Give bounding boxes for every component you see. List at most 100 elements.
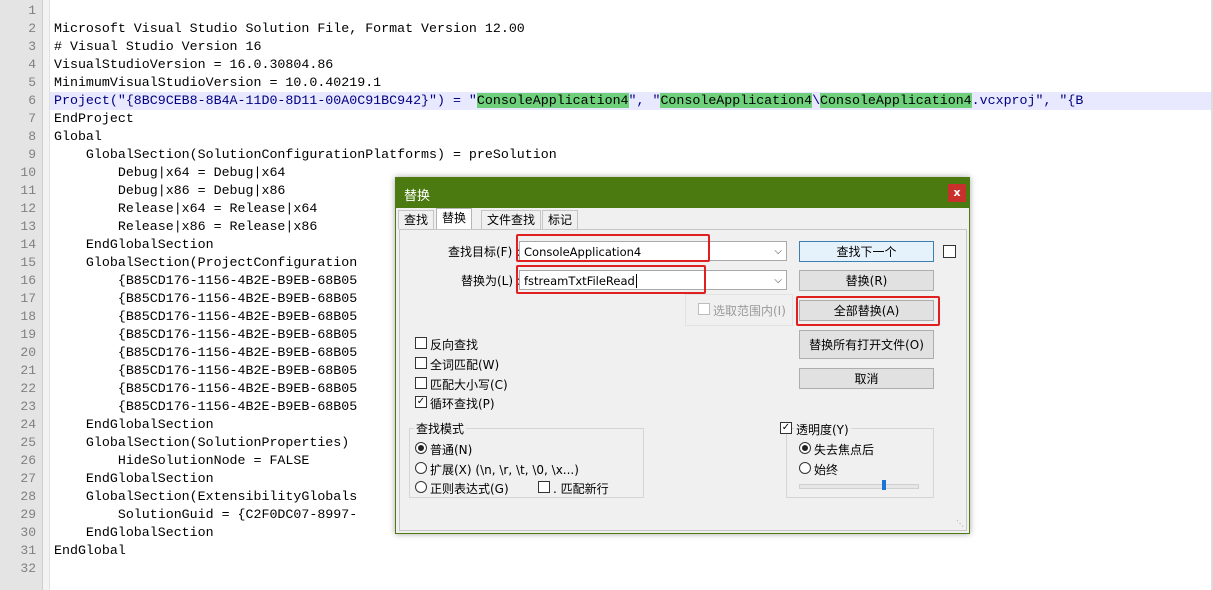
fold-margin — [43, 0, 50, 590]
transparency-checkbox[interactable]: ✓ — [780, 422, 792, 434]
code-line: {B85CD176-1156-4B2E-B9EB-68B05 — [54, 291, 358, 306]
line-number: 10 — [20, 165, 36, 180]
chevron-down-icon[interactable]: ⌵ — [774, 242, 782, 262]
code-line: Global — [54, 129, 102, 144]
code-line: {B85CD176-1156-4B2E-B9EB-68B05 — [54, 309, 358, 324]
search-match: ConsoleApplication4 — [660, 93, 813, 108]
code-line: {B85CD176-1156-4B2E-B9EB-68B05 — [54, 381, 358, 396]
search-match: ConsoleApplication4 — [820, 93, 972, 108]
line-number: 8 — [28, 129, 36, 144]
code-line: # Visual Studio Version 16 — [54, 39, 262, 54]
cancel-button[interactable]: 取消 — [799, 368, 934, 389]
line-number: 4 — [28, 57, 36, 72]
code-line: EndGlobal — [54, 543, 126, 558]
code-line: GlobalSection(SolutionProperties) — [54, 435, 350, 450]
replace-panel: 查找目标(F) : ConsoleApplication4 ⌵ 替换为(L) :… — [399, 229, 967, 531]
code-line: EndGlobalSection — [54, 525, 214, 540]
wrap-around-label: 循环查找(P) — [430, 397, 495, 411]
tab-find[interactable]: 查找 — [398, 210, 435, 229]
match-case-checkbox[interactable] — [415, 377, 427, 389]
line-number: 5 — [28, 75, 36, 90]
on-lose-focus-radio[interactable] — [799, 442, 811, 454]
mode-regex-label: 正则表达式(G) — [430, 482, 509, 496]
line-number: 28 — [20, 489, 36, 504]
code-line: GlobalSection(SolutionConfigurationPlatf… — [54, 147, 557, 162]
dot-matches-newline-label: . 匹配新行 — [553, 482, 609, 496]
line-number: 1 — [28, 3, 36, 18]
line-number: 14 — [20, 237, 36, 252]
line6-part1: Project("{8BC9CEB8-8B4A-11D0-8D11-00A0C9… — [54, 93, 477, 108]
code-line: HideSolutionNode = FALSE — [54, 453, 310, 468]
code-line: EndGlobalSection — [54, 237, 214, 252]
line-number-gutter: 1 2 3 4 5 6 7 8 9 10 11 12 13 14 15 16 17 18 19 20 21 22 23 24 2… — [0, 0, 43, 590]
code-line: Debug|x64 = Debug|x64 — [54, 165, 286, 180]
find-next-button[interactable]: 查找下一个 — [799, 241, 934, 262]
code-line: Debug|x86 = Debug|x86 — [54, 183, 286, 198]
line-number: 23 — [20, 399, 36, 414]
line6-part3: \ — [812, 93, 821, 108]
whole-word-checkbox[interactable] — [415, 357, 427, 369]
code-line: Release|x64 = Release|x64 — [54, 201, 318, 216]
close-button[interactable]: x — [948, 184, 966, 202]
code-line: {B85CD176-1156-4B2E-B9EB-68B05 — [54, 327, 358, 342]
code-line: EndGlobalSection — [54, 471, 214, 486]
line-number: 11 — [20, 183, 36, 198]
backward-search-label: 反向查找 — [430, 338, 479, 352]
always-radio[interactable] — [799, 462, 811, 474]
mode-normal-radio[interactable] — [415, 442, 427, 454]
line-number: 6 — [28, 93, 36, 108]
code-line: {B85CD176-1156-4B2E-B9EB-68B05 — [54, 399, 358, 414]
replace-all-open-files-button[interactable]: 替换所有打开文件(O) — [799, 330, 934, 359]
code-line: GlobalSection(ExtensibilityGlobals — [54, 489, 358, 504]
in-selection-checkbox[interactable] — [698, 303, 710, 315]
code-line: SolutionGuid = {C2F0DC07-8997- — [54, 507, 358, 522]
code-line: {B85CD176-1156-4B2E-B9EB-68B05 — [54, 345, 358, 360]
transparency-slider-track[interactable] — [799, 484, 919, 489]
replace-button[interactable]: 替换(R) — [799, 270, 934, 291]
always-label: 始终 — [814, 463, 839, 477]
code-line-6: Project("{8BC9CEB8-8B4A-11D0-8D11-00A0C9… — [54, 92, 1083, 110]
line-number: 2 — [28, 21, 36, 36]
replace-input-annotation — [516, 265, 706, 294]
chevron-down-icon[interactable]: ⌵ — [774, 271, 782, 291]
line-number: 17 — [20, 291, 36, 306]
code-line: EndProject — [54, 111, 134, 126]
mode-extended-label: 扩展(X) (\n, \r, \t, \0, \x...) — [430, 463, 579, 477]
find-next-option-checkbox[interactable] — [943, 245, 956, 258]
line-number: 20 — [20, 345, 36, 360]
backward-search-checkbox[interactable] — [415, 337, 427, 349]
replace-label: 替换为(L) : — [461, 274, 521, 288]
line-number: 29 — [20, 507, 36, 522]
line-number: 24 — [20, 417, 36, 432]
code-line: EndGlobalSection — [54, 417, 214, 432]
replace-all-annotation — [796, 296, 940, 326]
line-number: 30 — [20, 525, 36, 540]
line-number: 7 — [28, 111, 36, 126]
line-number: 19 — [20, 327, 36, 342]
tab-replace[interactable]: 替换 — [436, 208, 473, 230]
tab-find-in-files[interactable]: 文件查找 — [481, 210, 542, 229]
line-number: 13 — [20, 219, 36, 234]
line-number: 3 — [28, 39, 36, 54]
mode-regex-radio[interactable] — [415, 481, 427, 493]
resize-grip-icon[interactable]: ⋱ — [956, 520, 964, 528]
line-number: 32 — [20, 561, 36, 576]
line-number: 16 — [20, 273, 36, 288]
line-number: 9 — [28, 147, 36, 162]
on-lose-focus-label: 失去焦点后 — [814, 443, 875, 457]
line-number: 18 — [20, 309, 36, 324]
wrap-around-checkbox[interactable]: ✓ — [415, 396, 427, 408]
find-label: 查找目标(F) : — [448, 245, 521, 259]
code-line: {B85CD176-1156-4B2E-B9EB-68B05 — [54, 273, 358, 288]
code-line: {B85CD176-1156-4B2E-B9EB-68B05 — [54, 363, 358, 378]
transparency-label: 透明度(Y) — [794, 421, 851, 438]
whole-word-label: 全词匹配(W) — [430, 358, 500, 372]
dot-matches-newline-checkbox[interactable] — [538, 481, 550, 493]
tab-mark[interactable]: 标记 — [542, 210, 579, 229]
transparency-slider-thumb[interactable] — [882, 480, 886, 490]
dialog-titlebar[interactable]: 替换 x — [396, 178, 969, 208]
mode-extended-radio[interactable] — [415, 462, 427, 474]
replace-dialog: 替换 x 查找 替换 文件查找 标记 查找目标(F) : ConsoleAppl… — [395, 177, 970, 534]
mode-normal-label: 普通(N) — [430, 443, 473, 457]
line-number: 22 — [20, 381, 36, 396]
